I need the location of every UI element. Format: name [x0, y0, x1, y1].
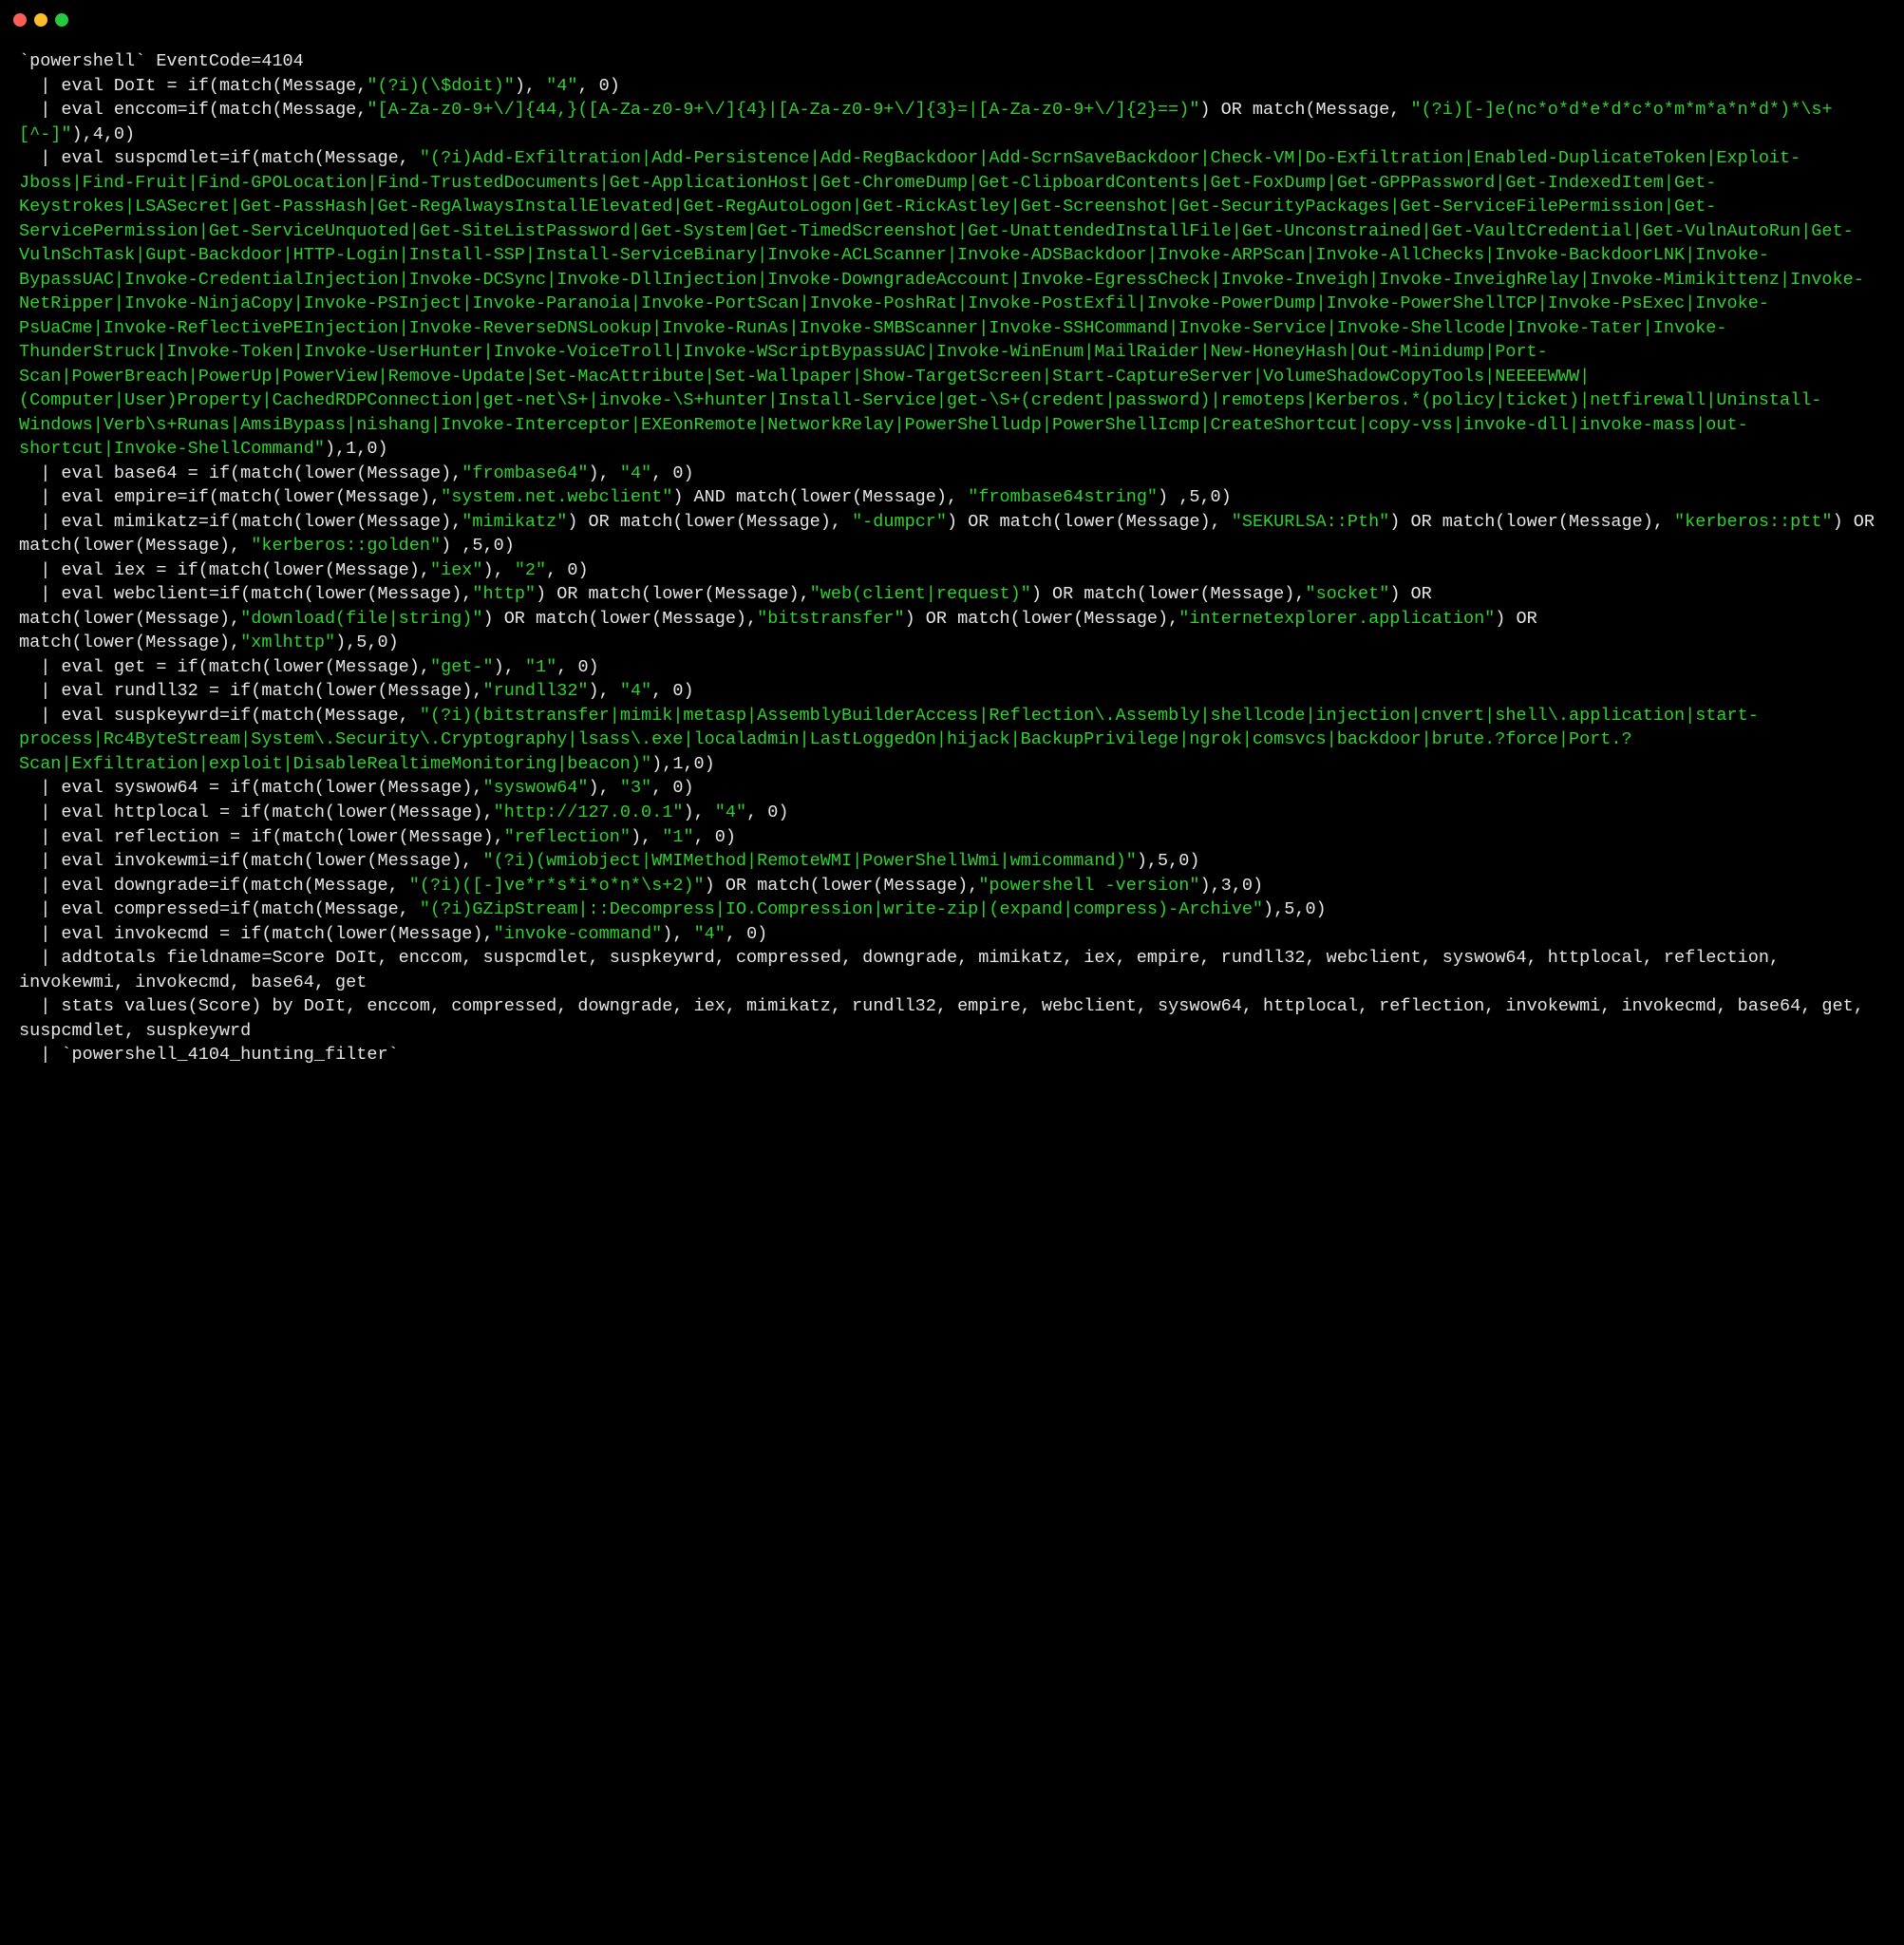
code-line: | eval invokewmi=if(match(lower(Message)…: [19, 851, 1199, 871]
code-line: | stats values(Score) by DoIt, enccom, c…: [19, 996, 1875, 1041]
titlebar: [0, 0, 1904, 27]
code-line: | eval base64 = if(match(lower(Message),…: [19, 463, 694, 483]
close-icon[interactable]: [13, 13, 27, 27]
code-line: | eval downgrade=if(match(Message, "(?i)…: [19, 876, 1263, 896]
code-line: | eval DoIt = if(match(Message,"(?i)(\$d…: [19, 76, 620, 96]
code-line: | eval syswow64 = if(match(lower(Message…: [19, 778, 694, 798]
code-line: | eval rundll32 = if(match(lower(Message…: [19, 681, 694, 701]
code-line: | eval enccom=if(match(Message,"[A-Za-z0…: [19, 100, 1833, 144]
code-line: | eval empire=if(match(lower(Message),"s…: [19, 487, 1232, 507]
code-line: | `powershell_4104_hunting_filter`: [19, 1045, 399, 1065]
code-line: | eval suspkeywrd=if(match(Message, "(?i…: [19, 706, 1759, 774]
code-line: | eval compressed=if(match(Message, "(?i…: [19, 899, 1327, 919]
minimize-icon[interactable]: [34, 13, 47, 27]
code-block: `powershell` EventCode=4104 | eval DoIt …: [0, 27, 1904, 1094]
code-line: | eval reflection = if(match(lower(Messa…: [19, 827, 736, 847]
code-line: | eval httplocal = if(match(lower(Messag…: [19, 803, 789, 822]
code-line: | eval invokecmd = if(match(lower(Messag…: [19, 924, 767, 944]
code-line: | addtotals fieldname=Score DoIt, enccom…: [19, 948, 1790, 992]
code-line: | eval webclient=if(match(lower(Message)…: [19, 584, 1548, 652]
terminal-window: `powershell` EventCode=4104 | eval DoIt …: [0, 0, 1904, 1094]
code-line: | eval iex = if(match(lower(Message),"ie…: [19, 560, 589, 580]
maximize-icon[interactable]: [55, 13, 68, 27]
code-line: | eval suspcmdlet=if(match(Message, "(?i…: [19, 148, 1864, 459]
code-line: `powershell` EventCode=4104: [19, 51, 304, 71]
code-line: | eval mimikatz=if(match(lower(Message),…: [19, 512, 1885, 557]
code-line: | eval get = if(match(lower(Message),"ge…: [19, 657, 599, 677]
